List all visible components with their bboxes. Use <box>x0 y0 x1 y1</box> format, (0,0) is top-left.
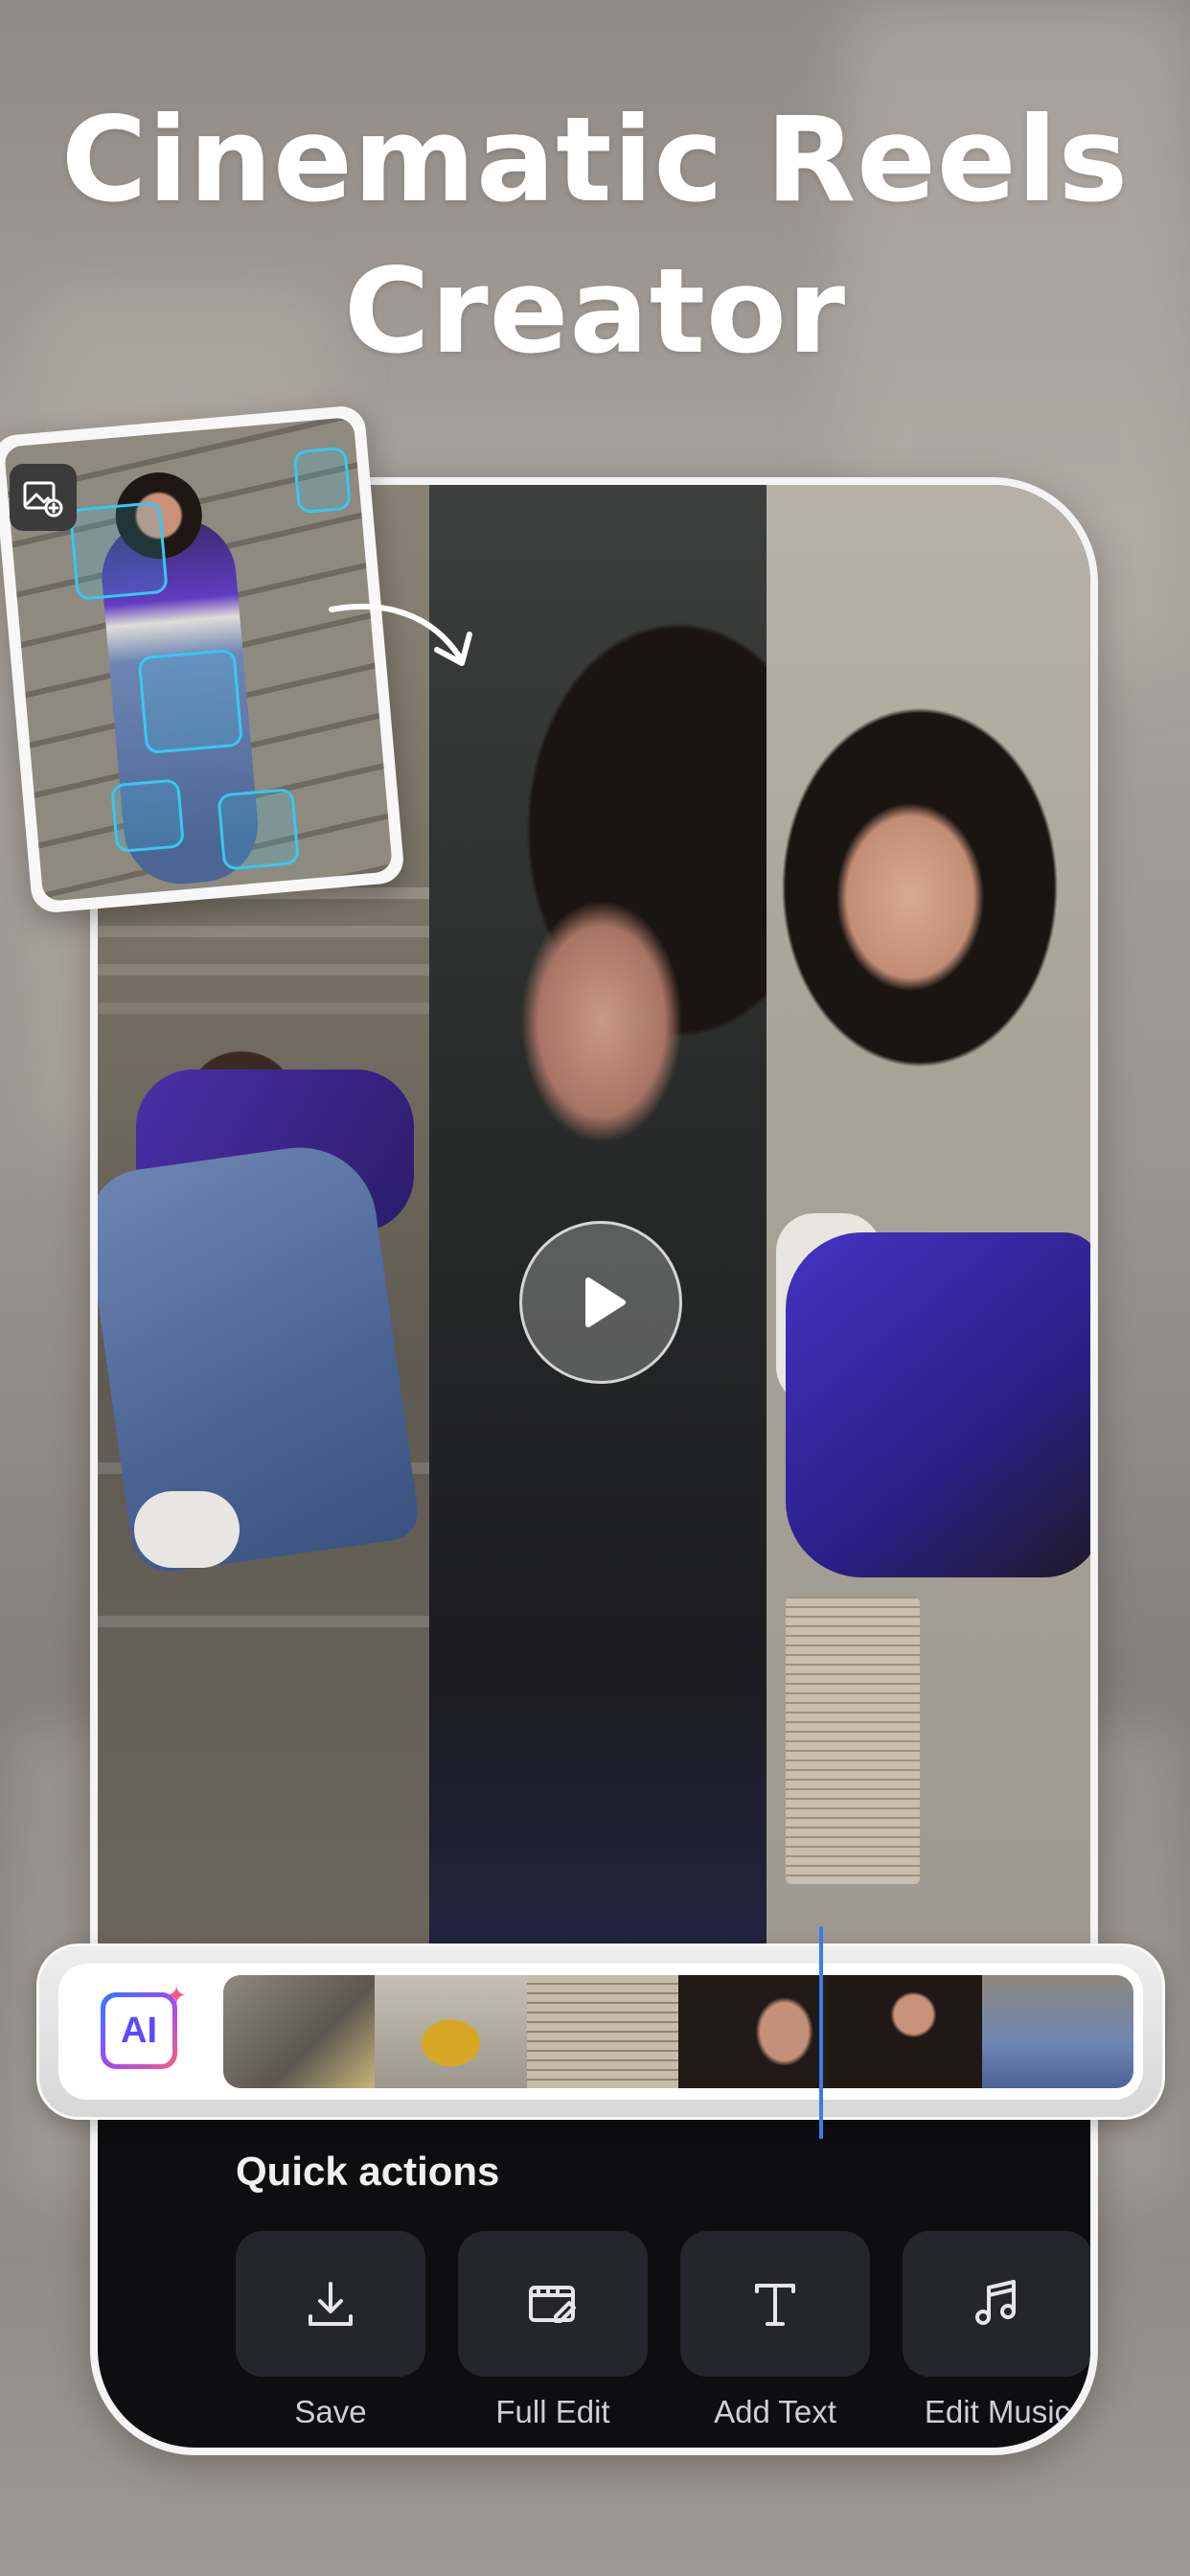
quick-actions-title: Quick actions <box>236 2149 500 2194</box>
text-icon <box>755 2284 795 2326</box>
ai-button[interactable]: AI ✦ <box>101 1981 187 2069</box>
play-icon <box>585 1277 626 1327</box>
quick-actions-row: Save Full Edit Add Text Edit Music <box>236 2231 1090 2423</box>
headline-line-2: Creator <box>343 243 847 380</box>
timeline-thumbnail[interactable] <box>677 1975 831 2088</box>
timeline-bar: AI ✦ <box>36 1944 1165 2120</box>
focus-box <box>137 648 244 755</box>
quick-action-label: Edit Music <box>924 2394 1071 2423</box>
quick-action-card[interactable] <box>680 2231 870 2377</box>
timeline-thumbnail[interactable] <box>526 1975 678 2088</box>
timeline-thumbnail[interactable] <box>223 1975 376 2088</box>
shoe <box>134 1491 240 1568</box>
quick-action-card[interactable] <box>236 2231 425 2377</box>
add-photo-icon[interactable] <box>10 464 77 531</box>
focus-box <box>110 778 186 854</box>
quick-action-add-text[interactable]: Add Text <box>680 2231 870 2423</box>
download-icon <box>309 2282 353 2326</box>
music-note-icon <box>975 2280 1016 2325</box>
quick-action-label: Save <box>294 2394 367 2423</box>
jacket <box>786 1232 1090 1577</box>
quick-action-label: Add Text <box>714 2394 836 2423</box>
headline-line-1: Cinematic Reels <box>60 92 1130 228</box>
timeline-playhead[interactable] <box>819 1926 823 2139</box>
timeline-thumbnail[interactable] <box>981 1975 1133 2088</box>
quick-action-label: Full Edit <box>495 2394 610 2423</box>
quick-action-card[interactable] <box>458 2231 648 2377</box>
timeline-thumbnail[interactable] <box>375 1975 527 2088</box>
headline: Cinematic Reels Creator <box>0 84 1190 387</box>
focus-box <box>68 500 169 601</box>
newspaper <box>786 1597 920 1884</box>
quick-action-full-edit[interactable]: Full Edit <box>458 2231 648 2423</box>
play-button[interactable] <box>519 1221 682 1384</box>
focus-box <box>292 446 352 515</box>
quick-action-edit-music[interactable]: Edit Music <box>903 2231 1090 2423</box>
ai-label: AI <box>105 1997 172 2064</box>
focus-box <box>217 787 301 871</box>
timeline-thumbnail[interactable] <box>830 1975 982 2088</box>
sparkle-icon: ✦ <box>166 1981 187 2010</box>
quick-action-card[interactable] <box>903 2231 1090 2377</box>
arrow-icon <box>329 604 472 666</box>
edit-clip-icon <box>529 2286 576 2323</box>
quick-action-save[interactable]: Save <box>236 2231 425 2423</box>
timeline-thumbnails[interactable] <box>223 1975 1133 2088</box>
video-panel-portrait <box>767 485 1090 1961</box>
